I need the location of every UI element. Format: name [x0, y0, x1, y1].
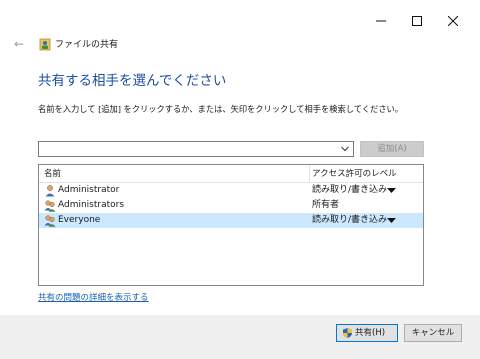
chevron-down-icon[interactable]	[341, 146, 349, 152]
sharing-list[interactable]: 名前 アクセス許可のレベル Administrator 読み取り/書き込み Ad…	[38, 164, 424, 286]
permission-level[interactable]: 読み取り/書き込み	[312, 184, 387, 197]
group-icon	[44, 215, 56, 227]
group-icon	[44, 200, 56, 212]
instruction-text: 名前を入力して [追加] をクリックするか、または、矢印をクリックして相手を検索…	[38, 104, 404, 114]
list-item-name: Everyone	[58, 215, 101, 225]
back-arrow-icon[interactable]: ←	[14, 37, 24, 51]
list-item-name: Administrators	[58, 200, 125, 210]
column-header-name[interactable]: 名前	[44, 168, 61, 180]
close-button[interactable]	[436, 8, 470, 34]
user-icon	[45, 185, 55, 197]
share-button[interactable]: 共有(H)	[336, 324, 398, 342]
sharing-problems-link[interactable]: 共有の問題の詳細を表示する	[38, 292, 149, 304]
close-icon	[448, 16, 458, 26]
permission-dropdown-icon[interactable]	[387, 188, 396, 193]
uac-shield-icon	[343, 328, 352, 338]
column-divider[interactable]	[309, 165, 310, 182]
minimize-icon	[376, 20, 386, 22]
list-item-name: Administrator	[58, 185, 120, 195]
permission-level: 所有者	[312, 200, 340, 210]
minimize-button[interactable]	[364, 8, 398, 34]
add-button[interactable]: 追加(A)	[360, 141, 424, 157]
page-heading: 共有する相手を選んでください	[38, 73, 227, 89]
maximize-button[interactable]	[400, 8, 434, 34]
window-title: ファイルの共有	[55, 40, 119, 50]
permission-level[interactable]: 読み取り/書き込み	[312, 214, 387, 227]
list-header: 名前 アクセス許可のレベル	[39, 165, 423, 183]
list-item[interactable]: Administrators 所有者	[39, 198, 423, 213]
permission-dropdown-icon[interactable]	[387, 218, 396, 223]
share-button-label: 共有(H)	[355, 328, 386, 338]
maximize-icon	[412, 16, 422, 26]
list-item[interactable]: Administrator 読み取り/書き込み	[39, 183, 423, 198]
list-item[interactable]: Everyone 読み取り/書き込み	[39, 213, 423, 228]
cancel-button[interactable]: キャンセル	[404, 324, 462, 342]
user-name-combobox[interactable]	[38, 141, 354, 157]
share-wizard-icon	[39, 38, 51, 51]
column-header-permission[interactable]: アクセス許可のレベル	[312, 168, 397, 180]
